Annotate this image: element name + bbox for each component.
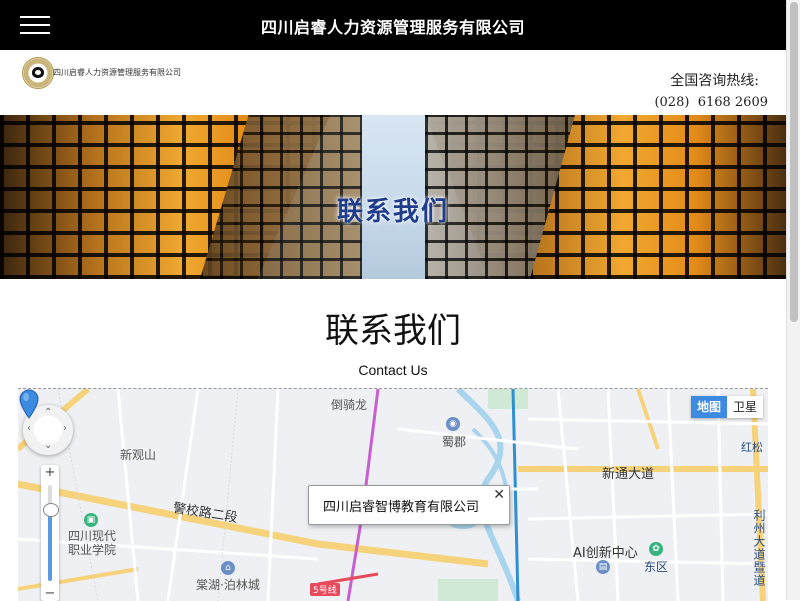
map-label-college-2: 职业学院 xyxy=(68,543,117,557)
map-widget[interactable]: 倒骑龙 新观山 ◉ 蜀郡 新通大道 警校路二段 ▣ 四川现代 职业学院 AI创新… xyxy=(18,388,768,601)
scrollbar-thumb[interactable] xyxy=(790,2,798,322)
map-label-xintongdadao: 新通大道 xyxy=(602,467,655,482)
school-icon: ▣ xyxy=(84,513,98,527)
contact-banner: 联系我们 xyxy=(0,115,786,279)
hotline-label: 全国咨询热线: xyxy=(670,73,759,89)
zoom-slider-thumb[interactable] xyxy=(43,503,59,517)
map-label-tanghu: 棠湖·泊林城 xyxy=(196,578,260,592)
page-subtitle: Contact Us xyxy=(358,362,428,378)
header: 四川启睿人力资源管理服务有限公司 全国咨询热线: (028) 6168 2609 xyxy=(0,50,786,115)
zoom-level-fill xyxy=(48,509,52,581)
map-type-satellite-tab[interactable]: 卫星 xyxy=(726,396,763,418)
metro-line-badge: 5号线 xyxy=(310,583,340,596)
panda-seal-icon xyxy=(22,57,54,89)
map-zoom-control[interactable]: + − xyxy=(41,465,59,601)
pan-right-icon[interactable]: › xyxy=(63,423,67,434)
zoom-in-button[interactable]: + xyxy=(41,465,59,480)
park-icon: ✿ xyxy=(649,542,663,556)
poi-icon: ◉ xyxy=(446,417,460,431)
site-title: 四川启睿人力资源管理服务有限公司 xyxy=(260,18,525,37)
info-window-text: 四川启睿智博教育有限公司 xyxy=(322,500,479,515)
map-label-dongqu: 东区 xyxy=(644,560,669,574)
map-label-aichuangxin: AI创新中心 xyxy=(573,546,638,561)
zoom-out-button[interactable]: − xyxy=(41,586,59,601)
banner-heading: 联系我们 xyxy=(336,197,449,227)
page-scrollbar[interactable] xyxy=(786,0,800,600)
hotline-number: (028) 6168 2609 xyxy=(654,95,768,110)
logo-text: 四川启睿人力资源管理服务有限公司 xyxy=(53,68,181,77)
map-label-hongsong: 红松 xyxy=(741,441,763,454)
map-label-daoqilong: 倒骑龙 xyxy=(331,398,368,412)
top-bar: 四川启睿人力资源管理服务有限公司 xyxy=(0,0,786,50)
map-info-window: 四川启睿智博教育有限公司 ✕ xyxy=(308,485,510,525)
building-icon: ▤ xyxy=(596,560,610,574)
residence-icon: ⌂ xyxy=(221,561,235,575)
pan-up-icon[interactable]: ⌃ xyxy=(44,407,52,418)
map-label-lizhou: 利州大道暨道 xyxy=(752,509,766,587)
page-title: 联系我们 xyxy=(325,311,461,351)
map-type-map-tab[interactable]: 地图 xyxy=(690,396,727,418)
map-label-shujun: 蜀郡 xyxy=(442,435,467,449)
map-type-switch[interactable]: 地图 卫星 xyxy=(690,396,763,418)
pan-left-icon[interactable]: ‹ xyxy=(27,423,31,434)
pan-down-icon[interactable]: ⌄ xyxy=(44,440,52,451)
map-label-xinguanshan: 新观山 xyxy=(120,448,157,462)
location-marker-icon[interactable] xyxy=(18,389,40,419)
close-icon[interactable]: ✕ xyxy=(493,487,505,503)
company-logo[interactable]: 四川启睿人力资源管理服务有限公司 xyxy=(22,57,190,89)
